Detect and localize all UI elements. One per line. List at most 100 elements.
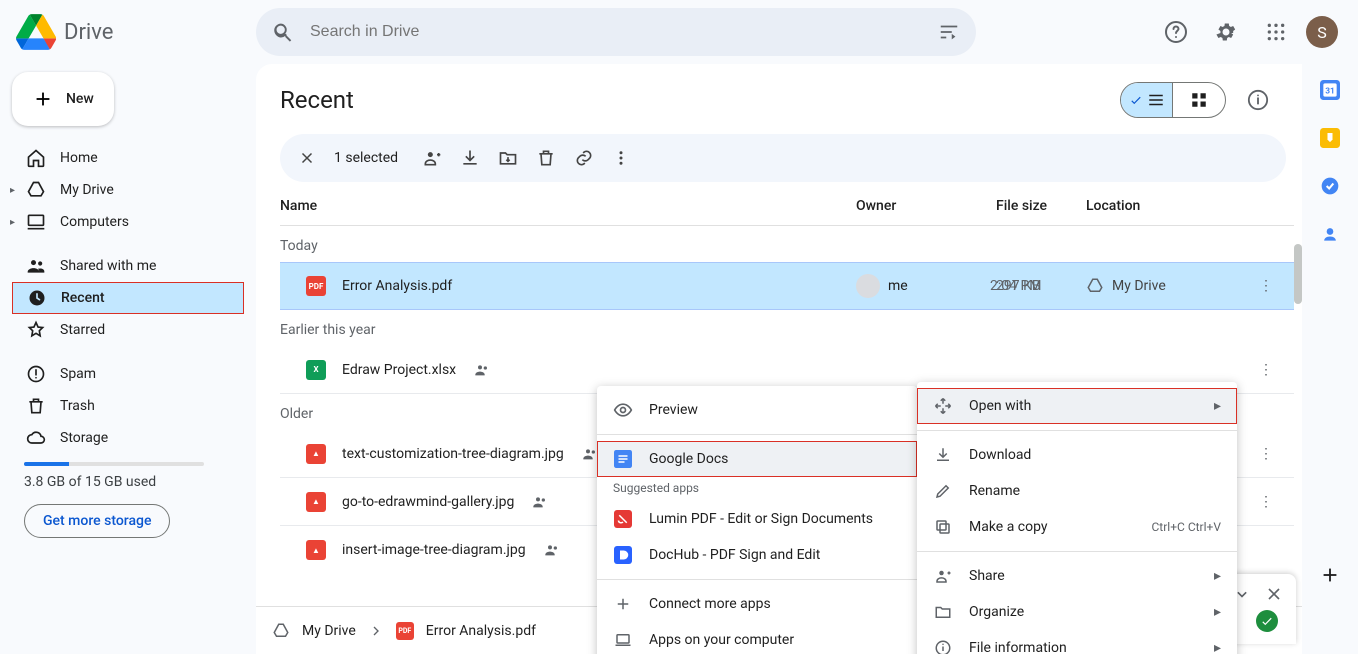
search-input[interactable] — [310, 23, 922, 41]
expand-icon[interactable]: ▸ — [10, 217, 15, 228]
menu-organize[interactable]: Organize▸ — [917, 594, 1237, 630]
chevron-right-icon: ▸ — [1214, 604, 1221, 620]
computers-icon — [26, 212, 46, 232]
sidebar-item-spam[interactable]: Spam — [12, 358, 244, 390]
menu-rename[interactable]: Rename — [917, 473, 1237, 509]
calendar-icon[interactable]: 31 — [1320, 80, 1340, 100]
upload-complete-icon — [1256, 610, 1278, 632]
logo-area[interactable]: Drive — [16, 12, 248, 52]
file-time: 2:04 PM — [990, 278, 1042, 294]
close-icon[interactable] — [1264, 584, 1284, 604]
share-person-icon[interactable] — [422, 148, 442, 168]
share-icon — [934, 567, 952, 585]
contacts-icon[interactable] — [1320, 224, 1340, 244]
search-bar[interactable] — [256, 8, 976, 56]
copy-icon — [934, 518, 952, 536]
drive-logo-icon — [16, 12, 56, 52]
lumin-icon — [614, 510, 632, 528]
row-more-icon[interactable]: ⋮ — [1246, 446, 1286, 462]
row-more-icon[interactable]: ⋮ — [1246, 494, 1286, 510]
menu-preview[interactable]: Preview — [597, 392, 917, 428]
download-icon[interactable] — [460, 148, 480, 168]
settings-icon[interactable] — [1206, 12, 1246, 52]
sidebar: New Home ▸My Drive ▸Computers Shared wit… — [0, 64, 256, 654]
more-icon[interactable] — [612, 149, 630, 167]
col-location[interactable]: Location — [1086, 198, 1246, 214]
sidebar-item-starred[interactable]: Starred — [12, 314, 244, 346]
shared-icon — [532, 494, 548, 510]
shared-icon — [544, 542, 560, 558]
file-row[interactable]: PDF Error Analysis.pdf 2:04 PM me 297 KB… — [280, 262, 1294, 310]
account-avatar[interactable]: S — [1306, 16, 1338, 48]
sidebar-item-home[interactable]: Home — [12, 142, 244, 174]
link-icon[interactable] — [574, 148, 594, 168]
search-options-icon[interactable] — [938, 21, 960, 43]
col-size[interactable]: File size — [996, 198, 1086, 214]
col-name[interactable]: Name — [280, 198, 856, 214]
menu-share[interactable]: Share▸ — [917, 558, 1237, 594]
owner-name: me — [888, 278, 908, 294]
close-selection-icon[interactable] — [298, 149, 316, 167]
menu-file-info[interactable]: File information▸ — [917, 630, 1237, 654]
grid-view-button[interactable] — [1173, 83, 1225, 117]
menu-dochub[interactable]: DocHub - PDF Sign and Edit — [597, 537, 917, 573]
image-icon: ▲ — [306, 492, 326, 512]
menu-lumin[interactable]: Lumin PDF - Edit or Sign Documents — [597, 501, 917, 537]
group-earlier: Earlier this year — [280, 310, 1294, 346]
add-panel-icon[interactable] — [1319, 564, 1341, 586]
sidebar-item-shared[interactable]: Shared with me — [12, 250, 244, 282]
menu-apps-on-computer[interactable]: Apps on your computer — [597, 622, 917, 654]
scrollbar-thumb[interactable] — [1294, 244, 1302, 304]
sidebar-item-recent[interactable]: Recent — [12, 282, 244, 314]
star-icon — [26, 320, 46, 340]
selection-bar: 1 selected — [280, 134, 1286, 182]
image-icon: ▲ — [306, 444, 326, 464]
pencil-icon — [934, 482, 952, 500]
help-icon[interactable] — [1156, 12, 1196, 52]
list-view-button[interactable] — [1121, 83, 1173, 117]
get-storage-button[interactable]: Get more storage — [24, 504, 170, 538]
expand-icon[interactable]: ▸ — [10, 185, 15, 196]
menu-google-docs[interactable]: Google Docs — [597, 441, 917, 477]
file-location: My Drive — [1112, 278, 1166, 294]
image-icon: ▲ — [306, 540, 326, 560]
delete-icon[interactable] — [536, 148, 556, 168]
breadcrumb-root[interactable]: My Drive — [302, 623, 356, 639]
drive-icon — [26, 180, 46, 200]
col-owner[interactable]: Owner — [856, 198, 996, 214]
apps-icon[interactable] — [1256, 12, 1296, 52]
plus-icon — [32, 88, 54, 110]
search-icon — [272, 21, 294, 43]
view-toggle[interactable] — [1120, 82, 1226, 118]
list-icon — [1147, 91, 1165, 109]
header: Drive S — [0, 0, 1358, 64]
storage-text: 3.8 GB of 15 GB used — [12, 474, 244, 490]
new-button[interactable]: New — [12, 72, 114, 126]
sidebar-item-computers[interactable]: ▸Computers — [12, 206, 244, 238]
menu-download[interactable]: Download — [917, 437, 1237, 473]
group-today: Today — [280, 226, 1294, 262]
drive-icon — [272, 622, 290, 640]
sidebar-item-storage[interactable]: Storage — [12, 422, 244, 454]
header-icons: S — [1156, 12, 1342, 52]
chevron-right-icon — [368, 623, 384, 639]
spam-icon — [26, 364, 46, 384]
menu-open-with[interactable]: Open with▸ — [917, 388, 1237, 424]
breadcrumb-file[interactable]: Error Analysis.pdf — [426, 623, 536, 639]
menu-connect-apps[interactable]: Connect more apps — [597, 586, 917, 622]
keep-icon[interactable] — [1320, 128, 1340, 148]
info-icon[interactable] — [1238, 80, 1278, 120]
file-name: text-customization-tree-diagram.jpg — [342, 446, 564, 462]
chevron-right-icon: ▸ — [1214, 640, 1221, 654]
sidebar-item-my-drive[interactable]: ▸My Drive — [12, 174, 244, 206]
people-icon — [26, 256, 46, 276]
tasks-icon[interactable] — [1320, 176, 1340, 196]
move-icon[interactable] — [498, 148, 518, 168]
row-more-icon[interactable]: ⋮ — [1246, 278, 1286, 294]
menu-make-copy[interactable]: Make a copyCtrl+C Ctrl+V — [917, 509, 1237, 545]
chevron-right-icon: ▸ — [1214, 568, 1221, 584]
sidebar-item-trash[interactable]: Trash — [12, 390, 244, 422]
file-name: Error Analysis.pdf — [342, 278, 452, 294]
dochub-icon — [614, 546, 632, 564]
row-more-icon[interactable]: ⋮ — [1246, 362, 1286, 378]
